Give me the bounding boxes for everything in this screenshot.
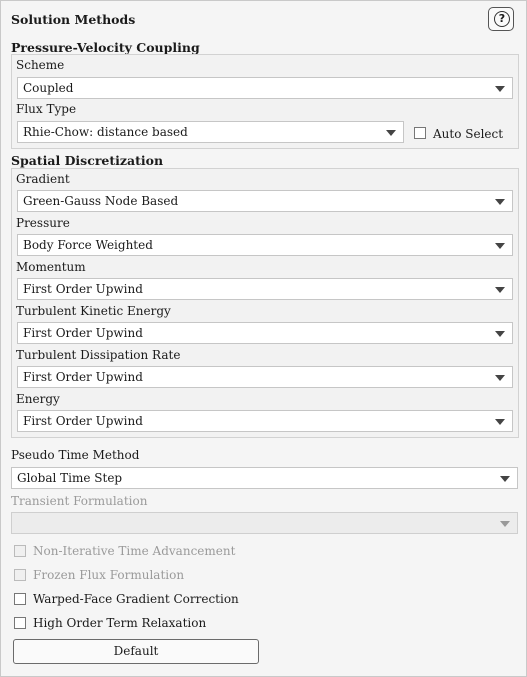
gradient-dropdown[interactable]: Green-Gauss Node Based [17, 190, 513, 212]
high-order-label: High Order Term Relaxation [33, 616, 207, 630]
chevron-down-icon [495, 419, 505, 425]
pseudo-time-dropdown[interactable]: Global Time Step [11, 467, 518, 489]
scheme-dropdown[interactable]: Coupled [17, 77, 513, 99]
chevron-down-icon [495, 86, 505, 92]
default-button[interactable]: Default [13, 639, 259, 664]
pressure-value: Body Force Weighted [23, 238, 153, 252]
tke-label: Turbulent Kinetic Energy [16, 304, 171, 318]
frozen-flux-checkbox [14, 569, 26, 581]
flux-type-dropdown[interactable]: Rhie-Chow: distance based [17, 121, 404, 143]
pressure-label: Pressure [16, 216, 70, 230]
warped-face-label: Warped-Face Gradient Correction [33, 592, 239, 606]
tdr-value: First Order Upwind [23, 370, 143, 384]
scheme-label: Scheme [16, 58, 65, 72]
help-button[interactable]: ? [488, 7, 514, 31]
non-iterative-label: Non-Iterative Time Advancement [33, 544, 236, 558]
chevron-down-icon [495, 331, 505, 337]
chevron-down-icon [495, 243, 505, 249]
gradient-value: Green-Gauss Node Based [23, 194, 179, 208]
auto-select-checkbox[interactable] [414, 127, 426, 139]
solution-methods-panel: Solution Methods ? Pressure-Velocity Cou… [0, 0, 527, 677]
non-iterative-checkbox [14, 545, 26, 557]
chevron-down-icon [500, 476, 510, 482]
pvc-heading: Pressure-Velocity Coupling [11, 40, 200, 55]
tdr-dropdown[interactable]: First Order Upwind [17, 366, 513, 388]
transient-label: Transient Formulation [11, 494, 148, 508]
energy-dropdown[interactable]: First Order Upwind [17, 410, 513, 432]
chevron-down-icon [495, 375, 505, 381]
scheme-value: Coupled [23, 81, 74, 95]
gradient-label: Gradient [16, 172, 70, 186]
energy-label: Energy [16, 392, 60, 406]
chevron-down-icon [495, 199, 505, 205]
momentum-dropdown[interactable]: First Order Upwind [17, 278, 513, 300]
chevron-down-icon [500, 521, 510, 527]
pseudo-time-value: Global Time Step [17, 471, 123, 485]
warped-face-checkbox[interactable] [14, 593, 26, 605]
tke-value: First Order Upwind [23, 326, 143, 340]
pressure-dropdown[interactable]: Body Force Weighted [17, 234, 513, 256]
auto-select-label: Auto Select [433, 127, 504, 141]
spatial-group: Gradient Green-Gauss Node Based Pressure… [11, 168, 519, 438]
chevron-down-icon [495, 287, 505, 293]
momentum-label: Momentum [16, 260, 86, 274]
panel-title: Solution Methods [11, 12, 136, 27]
flux-type-value: Rhie-Chow: distance based [23, 125, 188, 139]
momentum-value: First Order Upwind [23, 282, 143, 296]
transient-dropdown [11, 512, 518, 534]
tdr-label: Turbulent Dissipation Rate [16, 348, 181, 362]
question-circle-icon: ? [494, 11, 510, 27]
spatial-heading: Spatial Discretization [11, 153, 164, 168]
high-order-checkbox[interactable] [14, 617, 26, 629]
frozen-flux-label: Frozen Flux Formulation [33, 568, 185, 582]
tke-dropdown[interactable]: First Order Upwind [17, 322, 513, 344]
flux-type-label: Flux Type [16, 102, 77, 116]
pvc-group: Scheme Coupled Flux Type Rhie-Chow: dist… [11, 54, 519, 149]
energy-value: First Order Upwind [23, 414, 143, 428]
chevron-down-icon [386, 130, 396, 136]
pseudo-time-label: Pseudo Time Method [11, 448, 140, 462]
